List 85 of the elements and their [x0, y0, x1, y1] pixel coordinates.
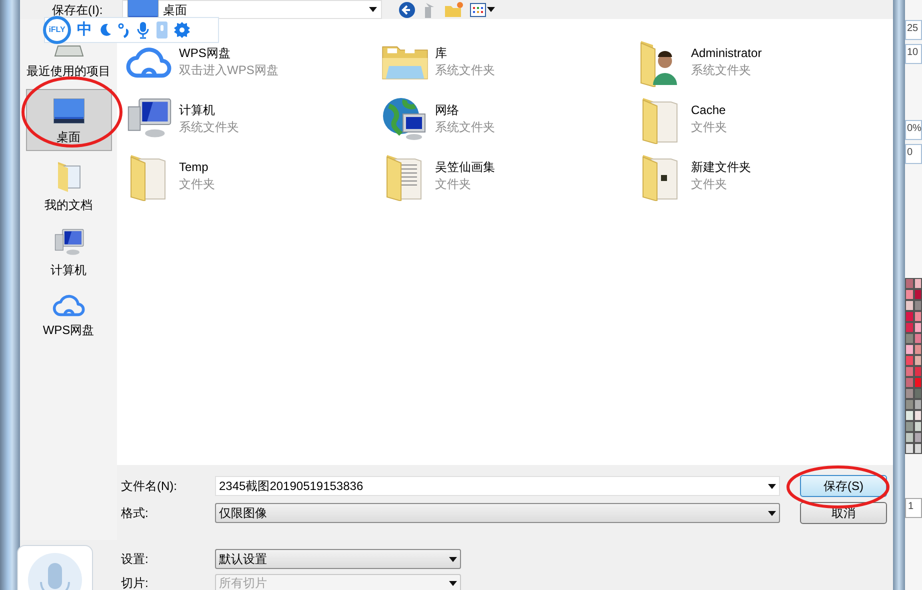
file-name: 计算机 — [179, 102, 216, 118]
punctuation-icon[interactable] — [118, 22, 130, 38]
file-type: 系统文件夹 — [691, 62, 752, 78]
color-swatch[interactable] — [905, 421, 914, 432]
caret-icon — [768, 484, 776, 488]
color-swatch[interactable] — [905, 399, 914, 410]
file-type: 文件夹 — [691, 176, 728, 192]
color-swatch[interactable] — [905, 388, 914, 399]
file-name: Cache — [691, 102, 727, 118]
sidebar-item[interactable]: 桌面 — [26, 89, 112, 151]
grid-view-icon — [470, 2, 486, 16]
color-swatch[interactable] — [905, 443, 914, 454]
save-button[interactable]: 保存(S) — [800, 475, 887, 497]
documents-folder-icon — [56, 160, 82, 192]
ime-logo[interactable]: iFLY — [43, 16, 71, 44]
caret-icon — [449, 580, 457, 586]
caret-icon — [369, 7, 377, 12]
file-type: 系统文件夹 — [435, 118, 495, 136]
color-swatch[interactable] — [905, 278, 914, 289]
color-swatch[interactable] — [905, 410, 914, 421]
panel-field[interactable]: 0 — [905, 144, 922, 164]
file-item[interactable]: Temp 文件夹 — [125, 147, 381, 204]
file-name: 吴笠仙画集 — [435, 158, 495, 176]
panel-field[interactable]: 10 — [905, 44, 922, 64]
file-item[interactable]: Administrator 系统文件夹 — [637, 33, 893, 90]
moon-icon[interactable] — [98, 23, 112, 37]
file-type: 系统文件夹 — [435, 62, 495, 78]
filename-field[interactable]: 2345截图20190519153836 — [215, 476, 780, 496]
desktop-icon — [52, 98, 84, 124]
view-menu-button[interactable] — [470, 2, 495, 16]
sidebar-item[interactable]: 计算机 — [26, 223, 112, 284]
file-name: WPS网盘 — [179, 44, 232, 62]
file-item[interactable]: 吴笠仙画集 文件夹 — [381, 147, 637, 204]
file-type: 文件夹 — [435, 176, 472, 192]
color-swatch[interactable] — [905, 322, 914, 333]
phone-microphone-icon[interactable] — [156, 21, 168, 39]
file-name: Administrator — [691, 44, 762, 62]
ime-mode-button[interactable]: 中 — [77, 18, 92, 42]
file-item[interactable]: 库 系统文件夹 — [381, 33, 637, 90]
file-item[interactable]: 计算机 系统文件夹 — [125, 90, 381, 147]
save-in-label: 保存在(I): — [52, 2, 104, 18]
color-swatch[interactable] — [905, 300, 914, 311]
color-swatch[interactable] — [905, 333, 914, 344]
color-swatch[interactable] — [905, 432, 914, 443]
location-dropdown[interactable]: 桌面 — [122, 0, 382, 19]
settings-label: 设置: — [121, 551, 150, 568]
file-item[interactable]: Cache 文件夹 — [637, 90, 893, 147]
color-swatch[interactable] — [905, 366, 914, 377]
file-name: 库 — [435, 44, 448, 62]
panel-field[interactable]: 0% — [905, 120, 922, 140]
file-type: 文件夹 — [179, 176, 215, 192]
caret-icon — [449, 556, 457, 562]
color-swatch[interactable] — [905, 344, 914, 355]
slice-label: 切片: — [121, 575, 150, 590]
sidebar-item[interactable]: 我的文档 — [26, 155, 112, 219]
panel-field[interactable]: 1 — [905, 498, 922, 518]
file-name: 新建文件夹 — [691, 158, 751, 176]
computer-icon — [52, 228, 84, 257]
format-dropdown[interactable]: 仅限图像 — [215, 503, 780, 523]
file-name: 网络 — [435, 102, 460, 118]
sidebar-item[interactable]: WPS网盘 — [26, 288, 112, 344]
color-swatch[interactable] — [905, 289, 914, 300]
caret-icon — [487, 7, 495, 12]
cloud-icon — [52, 292, 86, 317]
file-type: 系统文件夹 — [179, 118, 239, 136]
file-type: 双击进入WPS网盘 — [179, 62, 278, 78]
color-swatch[interactable] — [905, 311, 914, 322]
color-swatch[interactable] — [905, 377, 914, 388]
microphone-icon[interactable] — [136, 21, 150, 39]
new-folder-icon[interactable] — [444, 2, 464, 18]
microphone-icon — [27, 552, 83, 590]
filename-label: 文件名(N): — [121, 478, 178, 495]
file-item[interactable]: 网络 系统文件夹 — [381, 90, 637, 147]
caret-icon — [768, 510, 776, 516]
color-swatch[interactable] — [905, 355, 914, 366]
file-item[interactable]: 新建文件夹 文件夹 — [637, 147, 893, 204]
settings-dropdown[interactable]: 默认设置 — [215, 549, 461, 569]
settings-icon[interactable] — [174, 22, 190, 38]
cloud-icon — [125, 44, 173, 78]
panel-field[interactable]: 25 — [905, 20, 922, 40]
file-name: Temp — [179, 158, 210, 176]
file-item[interactable]: WPS网盘 双击进入WPS网盘 — [125, 33, 381, 90]
file-type: 文件夹 — [691, 118, 727, 136]
format-label: 格式: — [121, 505, 150, 522]
voice-input-widget[interactable] — [17, 545, 93, 590]
